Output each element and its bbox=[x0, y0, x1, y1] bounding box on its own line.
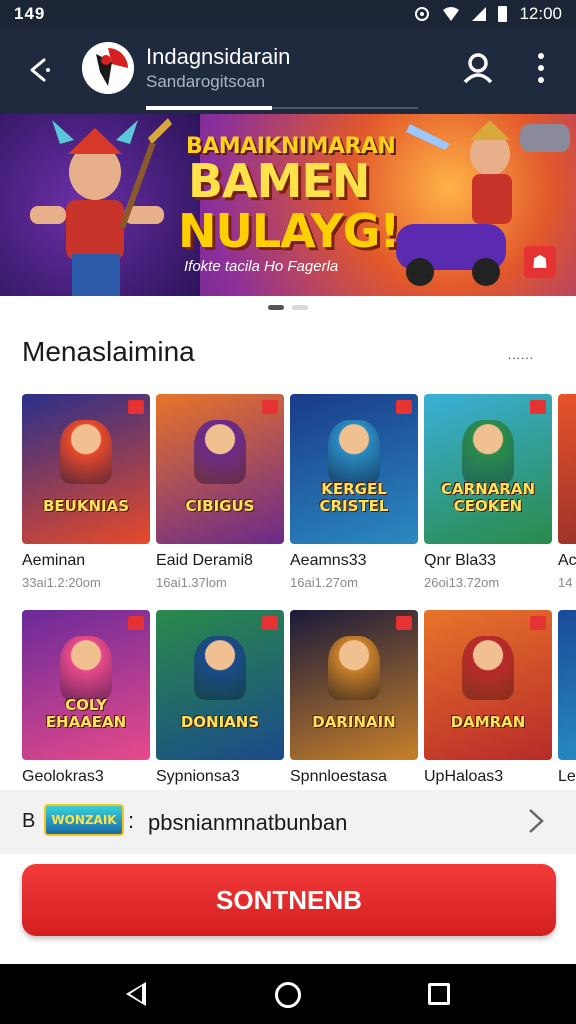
account-icon bbox=[463, 53, 493, 84]
game-thumbnail[interactable]: DONIANS bbox=[156, 610, 284, 760]
page: 149 12:00 Indagnsidarain Sandarogitsoan bbox=[0, 0, 576, 1024]
game-title: Eaid Derami8 bbox=[156, 552, 253, 569]
game-character-art bbox=[194, 636, 246, 700]
thumbnail-badge-icon bbox=[128, 400, 144, 414]
hero-banner[interactable]: BAMAIKNIMARAN BAMEN NULAYG! Ifokte tacil… bbox=[0, 114, 576, 296]
thumbnail-badge-icon bbox=[128, 616, 144, 630]
promo-text: pbsnianmnatbunban bbox=[148, 810, 348, 835]
game-character-art bbox=[462, 636, 514, 700]
game-meta: 14 bbox=[558, 575, 573, 590]
game-thumbnail[interactable]: CIBIGUS bbox=[156, 394, 284, 544]
game-thumbnail[interactable]: CARNARAN CEOKEN bbox=[424, 394, 552, 544]
battery-icon bbox=[498, 6, 508, 22]
back-arrow-icon bbox=[30, 58, 50, 82]
section-title: Menaslaimina bbox=[22, 336, 195, 367]
thumbnail-badge-icon bbox=[262, 400, 278, 414]
game-title: Geolokras3 bbox=[22, 768, 104, 785]
game-meta: 33ai1.2:20om bbox=[22, 575, 101, 590]
wifi-icon bbox=[443, 7, 460, 21]
game-thumbnail-title: KERGEL CRISTEL bbox=[319, 480, 389, 515]
game-character-art bbox=[194, 420, 246, 484]
app-logo bbox=[82, 42, 134, 94]
nav-home-icon[interactable] bbox=[275, 982, 301, 1008]
game-character-art bbox=[328, 420, 380, 484]
thumbnail-badge-icon bbox=[530, 400, 546, 414]
nav-recents-icon[interactable] bbox=[428, 983, 450, 1005]
tab-track bbox=[272, 107, 418, 109]
game-thumbnail-title: COLY EHAAEAN bbox=[45, 696, 127, 731]
chevron-right-icon[interactable] bbox=[526, 806, 546, 844]
promo-prefix: B bbox=[22, 810, 36, 832]
pagination-dot[interactable] bbox=[292, 305, 308, 310]
game-title: Qnr Bla33 bbox=[424, 552, 497, 569]
thumbnail-badge-icon bbox=[530, 616, 546, 630]
back-button[interactable] bbox=[22, 52, 58, 88]
promo-colon: : bbox=[128, 808, 135, 833]
account-button[interactable] bbox=[458, 48, 498, 88]
status-time: 12:00 bbox=[519, 4, 562, 23]
game-title: Aeamns33 bbox=[290, 552, 367, 569]
thumbnail-badge-icon bbox=[396, 400, 412, 414]
banner-pagination bbox=[0, 305, 576, 310]
section-more-link[interactable]: ...... bbox=[508, 348, 534, 362]
banner-badge-icon[interactable]: ☗ bbox=[524, 246, 556, 278]
more-vert-icon-dot bbox=[538, 77, 544, 83]
game-thumbnail[interactable]: BEUKNIAS bbox=[22, 394, 150, 544]
app-subtitle: Sandarogitsoan bbox=[146, 72, 266, 91]
banner-heading-large-2: NULAYG! bbox=[178, 204, 400, 258]
more-vert-icon-dot bbox=[538, 65, 544, 71]
thumbnail-badge-icon bbox=[262, 616, 278, 630]
game-meta: 16ai1.37lom bbox=[156, 575, 227, 590]
game-thumbnail-title: DONIANS bbox=[180, 712, 260, 731]
game-title: Aeminan bbox=[22, 552, 86, 569]
game-thumbnail[interactable]: DAMRAN bbox=[424, 610, 552, 760]
game-meta: 26oi13.72om bbox=[424, 575, 500, 590]
system-nav-bar bbox=[0, 964, 576, 1024]
game-title: UpHaloas3 bbox=[424, 768, 504, 785]
tab-indicator bbox=[146, 106, 272, 110]
more-menu-button[interactable] bbox=[526, 48, 556, 88]
game-thumbnail-title: CARNARAN CEOKEN bbox=[440, 480, 536, 515]
game-title: Le bbox=[558, 768, 576, 785]
thumbnail-badge-icon bbox=[396, 616, 412, 630]
game-thumbnail[interactable]: DARINAIN bbox=[290, 610, 418, 760]
game-thumbnail-title: DARINAIN bbox=[312, 712, 396, 731]
game-character-art bbox=[60, 636, 112, 700]
game-character-art bbox=[462, 420, 514, 484]
app-bar: Indagnsidarain Sandarogitsoan bbox=[0, 28, 576, 114]
status-icons: 12:00 bbox=[414, 4, 562, 24]
banner-tagline: Ifokte tacila Ho Fagerla bbox=[184, 258, 339, 275]
game-thumbnail[interactable] bbox=[558, 394, 576, 544]
game-meta: 16ai1.27om bbox=[290, 575, 358, 590]
promo-logo: WONZAIK bbox=[44, 804, 124, 836]
game-title: Spnnloestasa bbox=[290, 768, 387, 785]
game-thumbnail[interactable]: KERGEL CRISTEL bbox=[290, 394, 418, 544]
primary-cta-button[interactable]: SONTNENB bbox=[22, 864, 556, 936]
location-icon bbox=[415, 7, 430, 21]
banner-character-left bbox=[0, 114, 200, 296]
game-character-art bbox=[60, 420, 112, 484]
app-title: Indagnsidarain bbox=[146, 44, 291, 69]
banner-heading-large-1: BAMEN bbox=[188, 154, 370, 208]
game-thumbnail-title: DAMRAN bbox=[450, 712, 526, 731]
game-title: Ac bbox=[558, 552, 576, 569]
game-thumbnail[interactable] bbox=[558, 610, 576, 760]
pagination-dot-active[interactable] bbox=[268, 305, 284, 310]
nav-back-icon-inner bbox=[130, 986, 142, 1002]
signal-icon bbox=[472, 7, 487, 21]
game-thumbnail[interactable]: COLY EHAAEAN bbox=[22, 610, 150, 760]
game-thumbnail-title: BEUKNIAS bbox=[42, 496, 130, 515]
more-vert-icon-dot bbox=[538, 53, 544, 59]
game-thumbnail-title: CIBIGUS bbox=[185, 496, 255, 515]
status-left-text: 149 bbox=[14, 4, 46, 23]
game-title: Sypnionsa3 bbox=[156, 768, 240, 785]
promo-bar[interactable]: B WONZAIK : pbsnianmnatbunban bbox=[0, 790, 576, 854]
game-character-art bbox=[328, 636, 380, 700]
status-bar: 149 12:00 bbox=[0, 0, 576, 28]
